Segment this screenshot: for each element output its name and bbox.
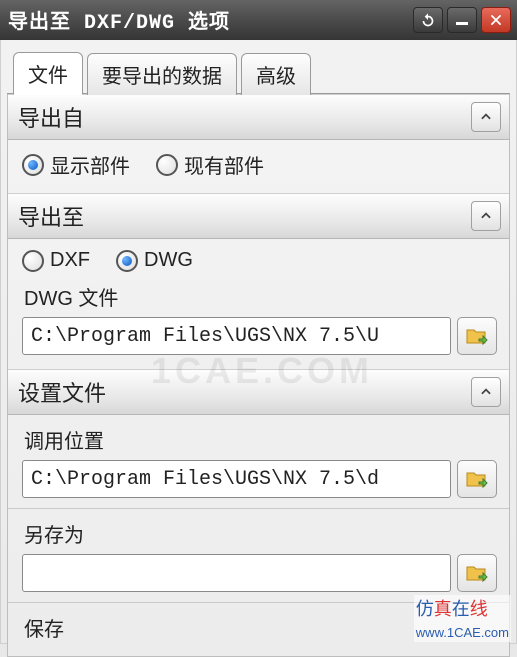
browse-dwg-button[interactable] (457, 317, 497, 355)
call-location-input[interactable]: C:\Program Files\UGS\NX 7.5\d (22, 460, 451, 498)
radio-dot-icon (22, 250, 44, 272)
section-header-export-from[interactable]: 导出自 (8, 94, 509, 140)
footer-brand: 仿真在线 www.1CAE.com (414, 595, 511, 642)
radio-group-export-from: 显示部件 现有部件 (22, 150, 497, 179)
refresh-icon (420, 12, 436, 28)
close-icon (489, 13, 503, 27)
folder-open-icon (465, 326, 489, 346)
tab-label: 要导出的数据 (102, 66, 222, 88)
save-as-row (22, 554, 497, 592)
dwg-file-label: DWG 文件 (24, 282, 497, 311)
titlebar: 导出至 DXF/DWG 选项 (0, 0, 517, 40)
chevron-up-icon (479, 385, 493, 399)
divider (8, 508, 509, 509)
browse-call-location-button[interactable] (457, 460, 497, 498)
call-location-label: 调用位置 (24, 425, 497, 454)
radio-existing-part[interactable]: 现有部件 (156, 150, 264, 179)
radio-dot-icon (22, 154, 44, 176)
save-as-label: 另存为 (24, 519, 497, 548)
radio-display-part[interactable]: 显示部件 (22, 150, 130, 179)
minimize-button[interactable] (447, 7, 477, 33)
call-location-row: C:\Program Files\UGS\NX 7.5\d (22, 460, 497, 498)
section-export-from: 导出自 显示部件 现有部件 (8, 94, 509, 193)
minimize-icon (456, 22, 468, 25)
tab-label: 高级 (256, 66, 296, 88)
radio-label: DWG (144, 249, 193, 272)
chevron-up-icon (479, 110, 493, 124)
window-title: 导出至 DXF/DWG 选项 (8, 5, 409, 35)
section-export-to: 导出至 DXF DWG DWG 文件 (8, 193, 509, 369)
radio-label: DXF (50, 249, 90, 272)
browse-save-as-button[interactable] (457, 554, 497, 592)
radio-label: 显示部件 (50, 150, 130, 179)
section-title: 导出自 (18, 101, 84, 133)
section-title: 设置文件 (18, 376, 106, 408)
tab-strip: 文件 要导出的数据 高级 (7, 50, 510, 94)
section-title: 导出至 (18, 200, 84, 232)
refresh-button[interactable] (413, 7, 443, 33)
collapse-button[interactable] (471, 377, 501, 407)
close-button[interactable] (481, 7, 511, 33)
dwg-file-input[interactable]: C:\Program Files\UGS\NX 7.5\U (22, 317, 451, 355)
radio-dot-icon (156, 154, 178, 176)
tab-panel-file: 导出自 显示部件 现有部件 (7, 94, 510, 657)
chevron-up-icon (479, 209, 493, 223)
path-value: C:\Program Files\UGS\NX 7.5\d (31, 468, 379, 491)
section-header-export-to[interactable]: 导出至 (8, 193, 509, 239)
dwg-file-row: C:\Program Files\UGS\NX 7.5\U (22, 317, 497, 355)
tab-label: 文件 (28, 65, 68, 87)
footer-url: www.1CAE.com (416, 625, 509, 640)
collapse-button[interactable] (471, 102, 501, 132)
radio-dxf[interactable]: DXF (22, 249, 90, 272)
collapse-button[interactable] (471, 201, 501, 231)
section-body-export-from: 显示部件 现有部件 (8, 140, 509, 193)
radio-dot-icon (116, 250, 138, 272)
tab-advanced[interactable]: 高级 (241, 53, 311, 95)
section-body-export-to: DXF DWG DWG 文件 C:\Program Files\UGS\NX 7… (8, 239, 509, 369)
client-area: 文件 要导出的数据 高级 导出自 显示部件 (0, 40, 517, 644)
tab-file[interactable]: 文件 (13, 52, 83, 95)
folder-open-icon (465, 563, 489, 583)
section-header-settings-file[interactable]: 设置文件 (8, 369, 509, 415)
radio-dwg[interactable]: DWG (116, 249, 193, 272)
radio-label: 现有部件 (184, 150, 264, 179)
save-as-input[interactable] (22, 554, 451, 592)
radio-group-format: DXF DWG (22, 249, 497, 272)
folder-open-icon (465, 469, 489, 489)
path-value: C:\Program Files\UGS\NX 7.5\U (31, 325, 379, 348)
tab-data-to-export[interactable]: 要导出的数据 (87, 53, 237, 95)
